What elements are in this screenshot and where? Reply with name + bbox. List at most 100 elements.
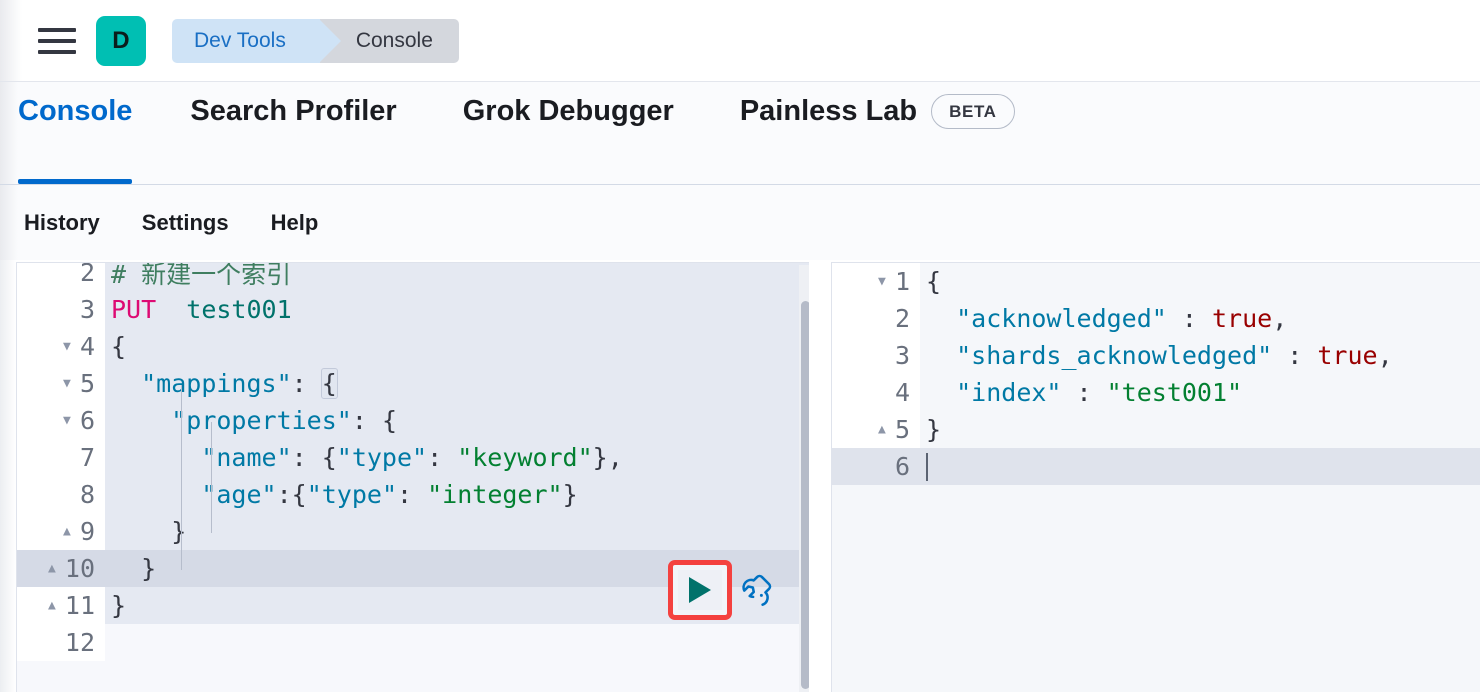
line-number-label: 1 [895, 267, 910, 296]
colon-token: : [1272, 341, 1317, 370]
subnav-item-history[interactable]: History [24, 210, 100, 236]
colon-token: : [427, 443, 457, 472]
matching-brace-token: { [322, 369, 337, 398]
indent [111, 554, 141, 583]
play-triangle-icon[interactable] [689, 577, 711, 603]
editor-line[interactable]: 8 "age":{"type": "integer"} [17, 476, 809, 513]
console-subnav: History Settings Help [0, 185, 1480, 260]
fold-toggle[interactable] [60, 340, 74, 353]
json-key-token: "index" [956, 378, 1061, 407]
fold-toggle[interactable] [60, 414, 74, 427]
comment-token: # 新建一个索引 [111, 262, 291, 291]
response-line[interactable]: 1 { [832, 263, 1480, 300]
punct-token: : { [292, 443, 337, 472]
response-line[interactable]: 5 } [832, 411, 1480, 448]
line-number-label: 6 [80, 406, 95, 435]
breadcrumb-label: Dev Tools [194, 30, 286, 51]
http-method-token: PUT [111, 295, 156, 324]
line-number: 12 [17, 624, 105, 661]
json-key-token: "shards_acknowledged" [956, 341, 1272, 370]
response-line-active[interactable]: 6 [832, 448, 1480, 485]
request-editor[interactable]: 1 2 # 新建一个索引 3 PUT test001 [16, 262, 809, 692]
line-number: 10 [17, 550, 105, 587]
comma-token: , [1378, 341, 1393, 370]
app-logo-badge[interactable]: D [96, 16, 146, 66]
url-token: test001 [186, 295, 291, 324]
colon-token: : [1061, 378, 1106, 407]
line-number: 4 [832, 374, 920, 411]
brace-token: } [171, 517, 186, 546]
line-number: 9 [17, 513, 105, 550]
editor-line[interactable]: 4 { [17, 328, 809, 365]
line-content: "shards_acknowledged" : true, [920, 337, 1480, 374]
line-number-label: 7 [80, 443, 95, 472]
colon-token: : { [352, 406, 397, 435]
line-number-label: 8 [80, 480, 95, 509]
wrench-icon[interactable] [738, 572, 774, 608]
line-number: 2 [17, 262, 105, 291]
line-number: 3 [832, 337, 920, 374]
editor-line[interactable]: 12 [17, 624, 809, 661]
line-number: 3 [17, 291, 105, 328]
editor-line[interactable]: 7 "name": {"type": "keyword"}, [17, 439, 809, 476]
editor-line[interactable]: 9 } [17, 513, 809, 550]
line-number: 7 [17, 439, 105, 476]
tab-console[interactable]: Console [18, 82, 132, 184]
line-number: 4 [17, 328, 105, 365]
json-boolean-token: true [1317, 341, 1377, 370]
fold-toggle[interactable] [45, 562, 59, 575]
fold-toggle[interactable] [60, 525, 74, 538]
punct-token: } [563, 480, 578, 509]
editor-scrollbar-thumb[interactable] [801, 301, 809, 689]
json-key-token: "age" [201, 480, 276, 509]
left-edge-shadow [0, 260, 16, 692]
line-content [105, 624, 809, 661]
console-panes: 1 2 # 新建一个索引 3 PUT test001 [0, 260, 1480, 692]
fold-toggle[interactable] [60, 377, 74, 390]
subnav-item-settings[interactable]: Settings [142, 210, 229, 236]
editor-line[interactable]: 5 "mappings": { [17, 365, 809, 402]
line-content: "index" : "test001" [920, 374, 1480, 411]
tab-label: Console [18, 95, 132, 128]
send-request-button[interactable] [678, 570, 722, 610]
tab-grok-debugger[interactable]: Grok Debugger [463, 82, 704, 184]
fold-toggle[interactable] [875, 275, 889, 288]
indent [111, 406, 171, 435]
editor-scrollbar-track[interactable] [799, 265, 809, 692]
response-viewer[interactable]: 1 { 2 "acknowledged" : true, 3 "shards_a… [831, 262, 1480, 692]
line-content: "age":{"type": "integer"} [105, 476, 809, 513]
json-key-token: "mappings" [141, 369, 292, 398]
colon-token: : [397, 480, 427, 509]
line-number-label: 2 [895, 304, 910, 333]
response-line[interactable]: 2 "acknowledged" : true, [832, 300, 1480, 337]
brace-token: { [111, 332, 126, 361]
response-line[interactable]: 4 "index" : "test001" [832, 374, 1480, 411]
line-number-label: 3 [895, 341, 910, 370]
console-subnav-list: History Settings Help [24, 210, 318, 236]
tab-painless-lab[interactable]: Painless Lab BETA [740, 82, 1045, 184]
hamburger-bar [38, 50, 76, 54]
editor-line[interactable]: 6 "properties": { [17, 402, 809, 439]
fold-toggle[interactable] [875, 423, 889, 436]
tab-label: Grok Debugger [463, 95, 674, 128]
brace-token: } [111, 591, 126, 620]
json-key-token: "properties" [171, 406, 352, 435]
line-number-label: 5 [895, 415, 910, 444]
tab-search-profiler[interactable]: Search Profiler [190, 82, 426, 184]
hamburger-menu-icon[interactable] [38, 26, 76, 56]
line-content: { [105, 328, 809, 365]
line-content [920, 448, 1480, 485]
tab-list: Console Search Profiler Grok Debugger Pa… [18, 82, 1081, 184]
subnav-item-help[interactable]: Help [271, 210, 319, 236]
editor-line[interactable]: 2 # 新建一个索引 [17, 262, 809, 291]
breadcrumb-item-dev-tools[interactable]: Dev Tools [172, 19, 320, 63]
fold-toggle[interactable] [45, 599, 59, 612]
line-content: PUT test001 [105, 291, 809, 328]
editor-line[interactable]: 3 PUT test001 [17, 291, 809, 328]
response-line[interactable]: 3 "shards_acknowledged" : true, [832, 337, 1480, 374]
line-content: "mappings": { [105, 365, 809, 402]
line-content: { [920, 263, 1480, 300]
space [156, 295, 186, 324]
left-edge-shadow [0, 0, 22, 81]
beta-badge: BETA [931, 94, 1014, 129]
